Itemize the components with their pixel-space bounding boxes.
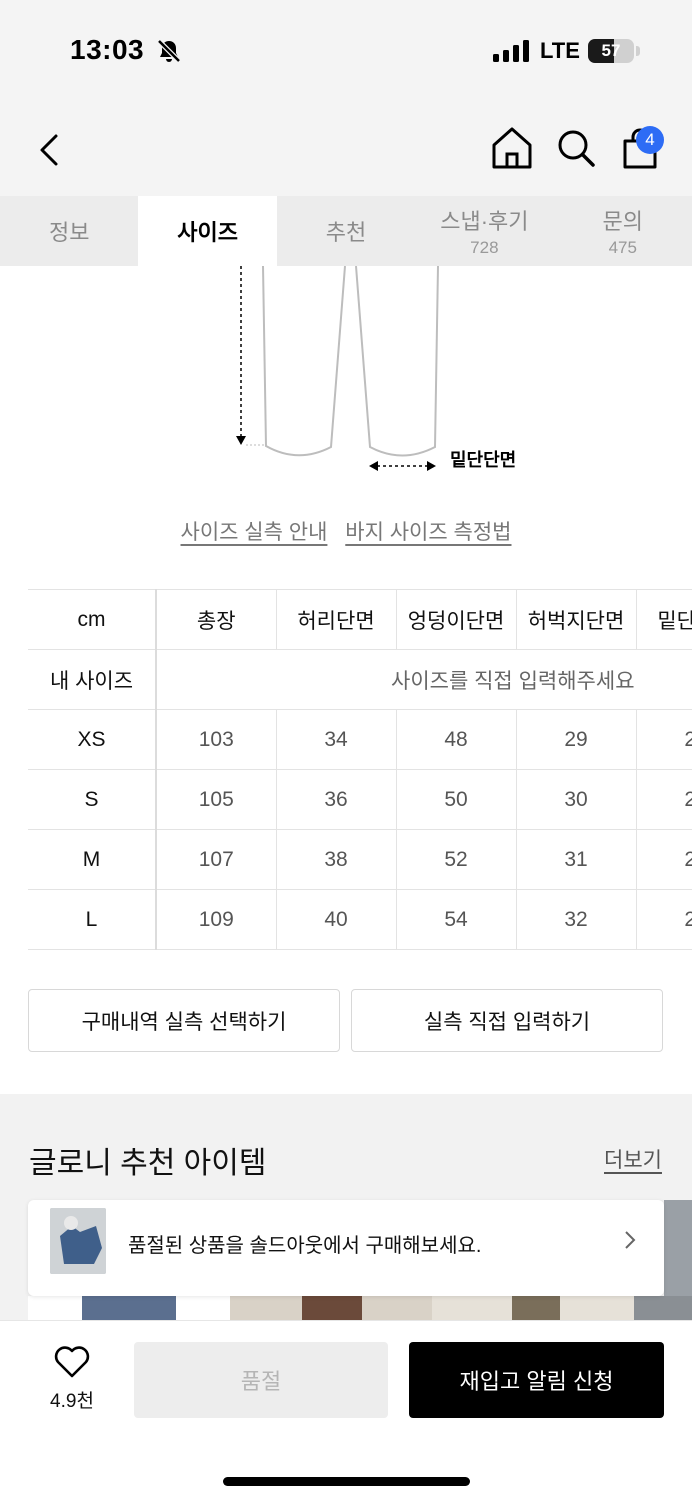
battery-icon: 57 <box>588 39 634 63</box>
size-help-links: 사이즈 실측 안내 바지 사이즈 측정법 <box>0 516 692 546</box>
table-cell: 103 <box>156 709 277 770</box>
table-cell: 32 <box>516 889 637 950</box>
banner-product-image <box>50 1208 106 1274</box>
table-cell: 48 <box>396 709 517 770</box>
length-arrow-head <box>236 436 246 445</box>
tab-label: 추천 <box>325 220 367 245</box>
tab-label: 사이즈 <box>177 220 238 245</box>
tab-label: 문의 <box>602 209 643 234</box>
tab-label: 정보 <box>48 220 90 245</box>
see-more-link[interactable]: 더보기 <box>604 1144 662 1174</box>
table-row: XS 103 34 48 29 24 <box>28 709 692 770</box>
home-indicator <box>223 1477 470 1486</box>
recommendation-title: 글로니 추천 아이템 <box>29 1147 267 1180</box>
table-row: S 105 36 50 30 28 <box>28 769 692 830</box>
size-label: XS <box>28 709 157 770</box>
table-cell: 36 <box>276 769 397 830</box>
table-cell: 40 <box>276 889 397 950</box>
tab-count: 475 <box>608 238 637 257</box>
tab-count: 728 <box>470 238 499 257</box>
tab-recommend[interactable]: 추천 <box>277 196 415 266</box>
table-cell: 105 <box>156 769 277 830</box>
header-hem: 밑단단면 <box>636 589 692 650</box>
header-hip: 엉덩이단면 <box>396 589 517 650</box>
home-icon[interactable] <box>491 126 533 170</box>
header-total-length: 총장 <box>156 589 277 650</box>
hem-label: 밑단단면 <box>450 450 516 470</box>
table-row: M 107 38 52 31 26 <box>28 829 692 890</box>
size-table: cm 총장 허리단면 엉덩이단면 허벅지단면 밑단단면 내 사이즈 사이즈를 직… <box>28 589 692 950</box>
tab-inquiry[interactable]: 문의 475 <box>554 196 692 266</box>
like-button[interactable]: 4.9천 <box>40 1344 100 1414</box>
restock-alert-button[interactable]: 재입고 알림 신청 <box>409 1342 664 1418</box>
bell-off-icon <box>157 39 181 63</box>
table-cell: 34 <box>276 709 397 770</box>
tab-label: 스냅·후기 <box>440 209 529 234</box>
search-icon[interactable] <box>556 128 596 168</box>
status-bar: 13:03 LTE 57 <box>0 0 692 100</box>
heart-icon <box>54 1346 90 1378</box>
pants-measure-link[interactable]: 바지 사이즈 측정법 <box>345 521 511 544</box>
table-cell: 38 <box>276 829 397 890</box>
cart-count-badge: 4 <box>636 126 664 154</box>
table-cell: 31 <box>516 829 637 890</box>
like-count: 4.9천 <box>50 1391 94 1412</box>
battery-tip <box>636 46 640 56</box>
pants-left-leg <box>262 266 346 457</box>
my-size-placeholder[interactable]: 사이즈를 직접 입력해주세요 <box>156 649 692 710</box>
tab-info[interactable]: 정보 <box>0 196 138 266</box>
hem-arrow-right <box>427 461 436 471</box>
table-cell: 29 <box>636 889 692 950</box>
table-cell: 50 <box>396 769 517 830</box>
cellular-signal-icon <box>493 40 529 62</box>
network-label: LTE <box>540 38 580 63</box>
purchase-history-measure-button[interactable]: 구매내역 실측 선택하기 <box>28 989 340 1052</box>
battery-percent: 57 <box>601 41 621 60</box>
table-cell: 29 <box>516 709 637 770</box>
soldout-banner-text: 품절된 상품을 솔드아웃에서 구매해보세요. <box>128 1235 482 1257</box>
back-icon[interactable] <box>30 130 70 170</box>
size-label: M <box>28 829 157 890</box>
table-cell: 107 <box>156 829 277 890</box>
table-cell: 52 <box>396 829 517 890</box>
pants-right-leg <box>355 266 439 457</box>
chevron-right-icon <box>625 1231 636 1249</box>
table-cell: 30 <box>516 769 637 830</box>
hem-arrow-left <box>369 461 378 471</box>
header-thigh: 허벅지단면 <box>516 589 637 650</box>
table-header-row: cm 총장 허리단면 엉덩이단면 허벅지단면 밑단단면 <box>28 589 692 650</box>
soldout-button: 품절 <box>134 1342 388 1418</box>
table-cell: 109 <box>156 889 277 950</box>
table-cell: 24 <box>636 709 692 770</box>
table-row: L 109 40 54 32 29 <box>28 889 692 950</box>
status-time: 13:03 <box>70 34 145 65</box>
size-label: L <box>28 889 157 950</box>
header-unit: cm <box>28 589 157 650</box>
size-label: S <box>28 769 157 830</box>
table-cell: 28 <box>636 769 692 830</box>
table-cell: 54 <box>396 889 517 950</box>
soldout-banner[interactable]: 품절된 상품을 솔드아웃에서 구매해보세요. <box>28 1200 664 1296</box>
tab-snap-review[interactable]: 스냅·후기 728 <box>415 196 553 266</box>
size-guide-link[interactable]: 사이즈 실측 안내 <box>181 521 328 544</box>
size-table-scroll[interactable]: cm 총장 허리단면 엉덩이단면 허벅지단면 밑단단면 내 사이즈 사이즈를 직… <box>28 589 692 951</box>
my-size-label: 내 사이즈 <box>28 649 157 710</box>
product-thumbnail-edge <box>664 1200 692 1296</box>
manual-measure-input-button[interactable]: 실측 직접 입력하기 <box>351 989 663 1052</box>
tab-size[interactable]: 사이즈 <box>138 196 277 266</box>
product-tabs: 정보 사이즈 추천 스냅·후기 728 문의 475 <box>0 196 692 266</box>
header-waist: 허리단면 <box>276 589 397 650</box>
pants-size-diagram: 밑단단면 <box>236 266 516 471</box>
table-cell: 26 <box>636 829 692 890</box>
my-size-row[interactable]: 내 사이즈 사이즈를 직접 입력해주세요 <box>28 649 692 710</box>
